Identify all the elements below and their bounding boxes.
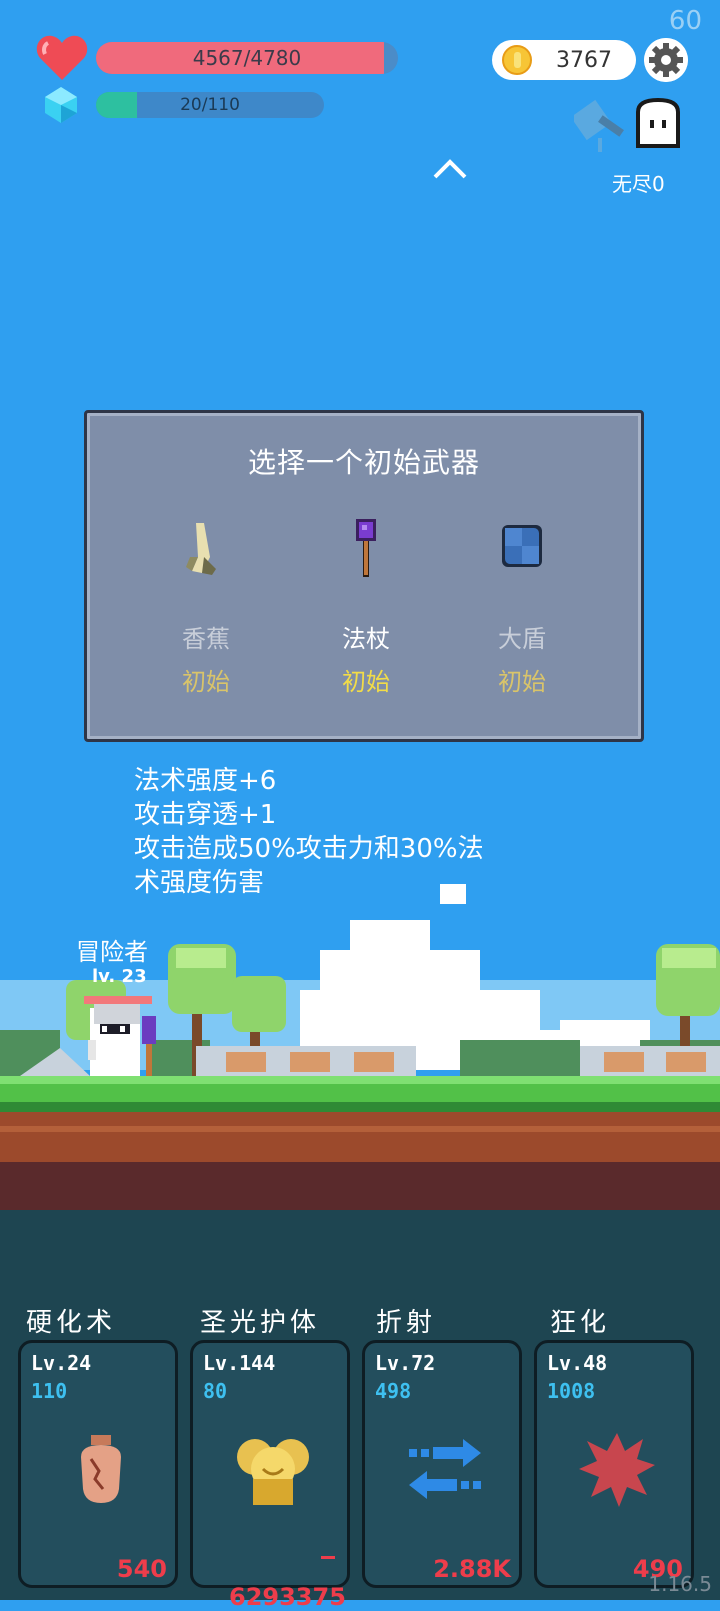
coin-amount: 3767 xyxy=(556,47,612,73)
skill-card-holy-light[interactable]: Lv.144 80 6293375 xyxy=(190,1340,350,1611)
weapon-select-panel: 选择一个初始武器 香蕉 初始 法杖 初始 大盾 初始 xyxy=(84,410,644,742)
weapon-option-staff[interactable]: 法杖 初始 xyxy=(291,517,441,697)
game-scene xyxy=(0,884,720,1210)
skill-card-berserk[interactable]: Lv.48 1008 490 xyxy=(534,1340,694,1588)
hero-hp-bar xyxy=(84,996,152,1004)
skill-title: 硬化术 xyxy=(26,1308,117,1338)
description-line: 攻击造成50%攻击力和30%法 xyxy=(134,834,484,864)
chevron-up-icon[interactable] xyxy=(432,158,468,180)
skill-title: 圣光护体 xyxy=(200,1308,321,1338)
banana-icon xyxy=(186,523,216,575)
gear-icon[interactable] xyxy=(644,38,688,82)
skill-cost: 540 xyxy=(116,1555,167,1583)
mp-text: 20/110 xyxy=(180,95,240,115)
weapon-tier: 初始 xyxy=(182,668,230,696)
endless-label[interactable]: 无尽0 xyxy=(612,168,665,197)
description-line: 法术强度+6 xyxy=(134,766,277,796)
staff-icon xyxy=(356,519,376,577)
ghost-icon[interactable] xyxy=(632,98,684,150)
weapon-option-shield[interactable]: 大盾 初始 xyxy=(447,517,597,697)
swap-arrows-icon xyxy=(409,1439,481,1499)
skill-title: 狂化 xyxy=(550,1308,611,1338)
skill-cost: 6293375 xyxy=(229,1583,346,1611)
weapon-name: 香蕉 xyxy=(182,625,230,653)
panel-title: 选择一个初始武器 xyxy=(247,446,480,479)
golden-shield-icon xyxy=(237,1439,309,1505)
skill-level: Lv.144 xyxy=(203,1351,276,1375)
weapon-name: 大盾 xyxy=(498,625,546,653)
cracked-vase-icon xyxy=(81,1435,121,1503)
description-line: 攻击穿透+1 xyxy=(134,800,277,830)
skill-title: 折射 xyxy=(376,1308,437,1338)
hp-text: 4567/4780 xyxy=(192,46,302,70)
hero-name: 冒险者 xyxy=(76,938,148,966)
skill-value: 498 xyxy=(375,1379,412,1403)
cost-dash xyxy=(321,1556,335,1559)
skill-card-refraction[interactable]: Lv.72 498 2.88K xyxy=(362,1340,522,1588)
skill-card-hardening[interactable]: Lv.24 110 540 xyxy=(18,1340,178,1588)
hero-level: lv. 23 xyxy=(92,966,147,987)
shield-icon xyxy=(502,525,542,567)
skill-level: Lv.72 xyxy=(375,1351,436,1375)
mp-bar: 20/110 xyxy=(96,92,324,118)
hp-bar: 4567/4780 xyxy=(96,42,398,74)
skill-value: 1008 xyxy=(547,1379,596,1403)
coin-icon xyxy=(502,45,532,75)
weapon-tier: 初始 xyxy=(498,668,546,696)
diamond-icon xyxy=(45,87,77,123)
skill-value: 80 xyxy=(203,1379,228,1403)
skill-value: 110 xyxy=(31,1379,68,1403)
coin-counter[interactable]: 3767 xyxy=(492,40,636,80)
heart-icon xyxy=(36,35,88,80)
skill-level: Lv.48 xyxy=(547,1351,608,1375)
rage-splat-icon xyxy=(579,1433,655,1507)
skill-level: Lv.24 xyxy=(31,1351,92,1375)
axe-icon[interactable] xyxy=(574,96,630,156)
weapon-name: 法杖 xyxy=(342,625,390,653)
weapon-option-banana[interactable]: 香蕉 初始 xyxy=(131,517,281,697)
skill-cost: 2.88K xyxy=(433,1555,511,1583)
version-label: 1.16.5 xyxy=(648,1572,712,1596)
fps-counter: 60 xyxy=(668,6,702,36)
weapon-tier: 初始 xyxy=(342,668,390,696)
